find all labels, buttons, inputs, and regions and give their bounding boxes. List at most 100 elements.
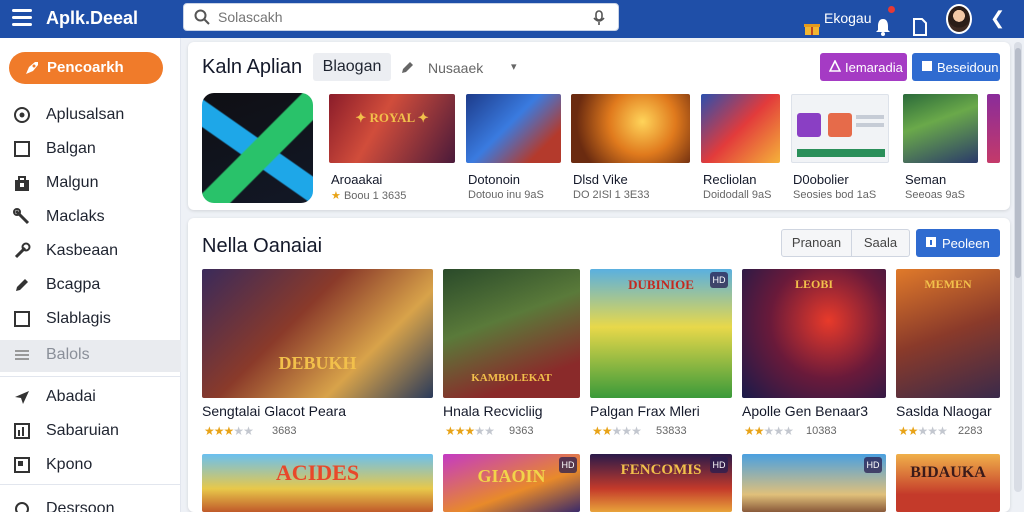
game-badge: HD: [710, 457, 728, 473]
sidebar-item-kasbeaan[interactable]: Kasbeaan: [0, 236, 181, 266]
game-name: Palgan Frax Mleri: [590, 403, 700, 419]
square-icon: [14, 311, 30, 327]
sidebar-item-label: Kasbeaan: [46, 242, 119, 259]
game-card[interactable]: DEBUKH Sengtalai Glacot Peara ★★★★★ 3683: [202, 269, 434, 441]
scrollbar-thumb[interactable]: [1015, 48, 1021, 278]
featured-app-tile[interactable]: Seman Seeoas 9aS: [903, 94, 979, 206]
menu-icon[interactable]: [12, 9, 32, 27]
game-card[interactable]: KAMBOLEKAT Hnala Recvicliig ★★★★★ 9363: [443, 269, 581, 441]
sidebar-item-abadai[interactable]: Abadai: [0, 382, 181, 412]
pencil-icon: [16, 279, 28, 291]
featured-app-tile[interactable]: ✦ ROYAL ✦ Aroaakai ★ Boou 1 3635: [329, 94, 456, 206]
sidebar-cta-button[interactable]: Pencoarkh: [9, 52, 163, 84]
featured-app-tile-partial[interactable]: [987, 94, 1000, 163]
sidebar-divider: [0, 484, 181, 485]
featured-app-tile[interactable]: Recliolan Doidodall 9aS: [701, 94, 781, 206]
star-icon: ★: [937, 424, 948, 438]
featured-app-tile[interactable]: D0obolier Seosies bod 1aS: [791, 94, 890, 206]
game-name: Apolle Gen Benaar3: [742, 403, 869, 419]
info-icon: [926, 237, 936, 247]
app-brand[interactable]: Aplk.Deeal: [46, 8, 138, 29]
game-card[interactable]: FENCOMIS HD: [590, 454, 733, 512]
featured-primary-button[interactable]: Iemaradia: [820, 53, 907, 81]
sidebar-item-balgan[interactable]: Balgan: [0, 134, 181, 164]
star-icon: ★: [204, 424, 215, 438]
chevron-left-icon[interactable]: ❮: [990, 8, 1005, 29]
app-meta: Seeoas 9aS: [905, 189, 965, 201]
star-icon: ★: [744, 424, 755, 438]
sidebar-item-label: Abadai: [46, 388, 96, 405]
document-icon[interactable]: [912, 8, 928, 46]
top-bar: Aplk.Deeal Ekogau ❮: [0, 0, 1024, 38]
game-card[interactable]: BIDAUKA: [896, 454, 1000, 512]
sidebar-item-desrsoon[interactable]: Desrsoon: [0, 494, 181, 512]
game-card[interactable]: ACIDES: [202, 454, 434, 512]
rocket-icon: [26, 62, 38, 74]
games-filter-button[interactable]: Saala: [852, 229, 910, 257]
featured-title: Kaln Aplian: [202, 56, 303, 78]
app-meta: Dotouo inu 9aS: [468, 189, 544, 201]
featured-app-tile[interactable]: Dotonoin Dotouo inu 9aS: [466, 94, 562, 206]
game-card[interactable]: DUBINIOE HD Palgan Frax Mleri ★★★★★ 5383…: [590, 269, 733, 441]
game-card[interactable]: HD: [742, 454, 887, 512]
app-name: Recliolan: [703, 172, 757, 187]
game-card[interactable]: MEMEN Saslda Nlaogar ★★★★★ 2283: [896, 269, 1000, 441]
search-box[interactable]: [183, 3, 619, 31]
bell-icon[interactable]: [874, 8, 892, 46]
star-icon: ★: [773, 424, 784, 438]
warning-icon: [829, 60, 841, 72]
star-icon: ★: [484, 424, 495, 438]
sidebar-item-sabaruian[interactable]: Sabaruian: [0, 416, 181, 446]
game-badge: HD: [559, 457, 577, 473]
sidebar-item-balols[interactable]: Balols: [0, 340, 181, 372]
sidebar-item-malgun[interactable]: Malgun: [0, 168, 181, 198]
sidebar-item-maclaks[interactable]: Maclaks: [0, 202, 181, 232]
star-icon: ★: [631, 424, 642, 438]
star-icon: ★: [331, 190, 341, 202]
sidebar-item-slablagis[interactable]: Slablagis: [0, 304, 181, 334]
bag-icon: [15, 176, 29, 191]
star-icon: ★: [464, 424, 476, 438]
games-sort-button[interactable]: Pranoan: [781, 229, 852, 257]
featured-tab[interactable]: Blaogan: [313, 53, 391, 81]
sidebar-item-kpono[interactable]: Kpono: [0, 450, 181, 480]
avatar[interactable]: [946, 4, 972, 34]
app-name: Seman: [905, 172, 947, 187]
hero-app-icon[interactable]: [202, 93, 313, 203]
featured-secondary-button[interactable]: Beseidoun: [912, 53, 1000, 81]
star-icon: ★: [783, 424, 794, 438]
game-card[interactable]: LEOBI Apolle Gen Benaar3 ★★★★★ 10383: [742, 269, 887, 441]
notification-dot: [888, 6, 895, 13]
sidebar-item-aplusalsan[interactable]: Aplusalsan: [0, 100, 181, 130]
game-name: Hnala Recvicliig: [443, 403, 543, 419]
globe-icon: [14, 107, 30, 123]
shop-label[interactable]: Ekogau: [824, 10, 871, 26]
tools-icon: [13, 208, 30, 225]
star-icon: ★: [223, 424, 235, 438]
chevron-down-icon[interactable]: ▾: [511, 60, 517, 73]
featured-app-tile[interactable]: Dlsd Vike DO 2ISl 1 3E33: [571, 94, 691, 206]
star-icon: ★: [243, 424, 254, 438]
sidebar-item-label: Malgun: [46, 174, 99, 191]
game-badge: HD: [710, 272, 728, 288]
star-icon: ★: [213, 424, 225, 438]
rating-stars: ★★★★★: [592, 424, 642, 438]
app-meta: DO 2ISl 1 3E33: [573, 189, 650, 201]
sidebar-item-label: Sabaruian: [46, 422, 119, 439]
pencil-icon[interactable]: [401, 60, 415, 74]
wrench-icon: [14, 242, 31, 259]
mic-icon[interactable]: [592, 10, 606, 26]
game-card[interactable]: GIAOIN HD: [443, 454, 581, 512]
app-meta: Seosies bod 1aS: [793, 189, 877, 201]
game-name: Sengtalai Glacot Peara: [202, 403, 346, 419]
bookmark-icon: [922, 61, 932, 71]
rating-count: 53833: [656, 425, 687, 437]
game-name: Saslda Nlaogar: [896, 403, 992, 419]
sidebar-cta-label: Pencoarkh: [47, 59, 124, 76]
games-action-button[interactable]: Peoleen: [916, 229, 1000, 257]
search-input[interactable]: [218, 6, 578, 28]
sidebar-item-label: Balgan: [46, 140, 96, 157]
filter-label[interactable]: Nusaaek: [428, 60, 483, 76]
star-icon: ★: [763, 424, 775, 438]
sidebar-item-bcagpa[interactable]: Bcagpa: [0, 270, 181, 300]
